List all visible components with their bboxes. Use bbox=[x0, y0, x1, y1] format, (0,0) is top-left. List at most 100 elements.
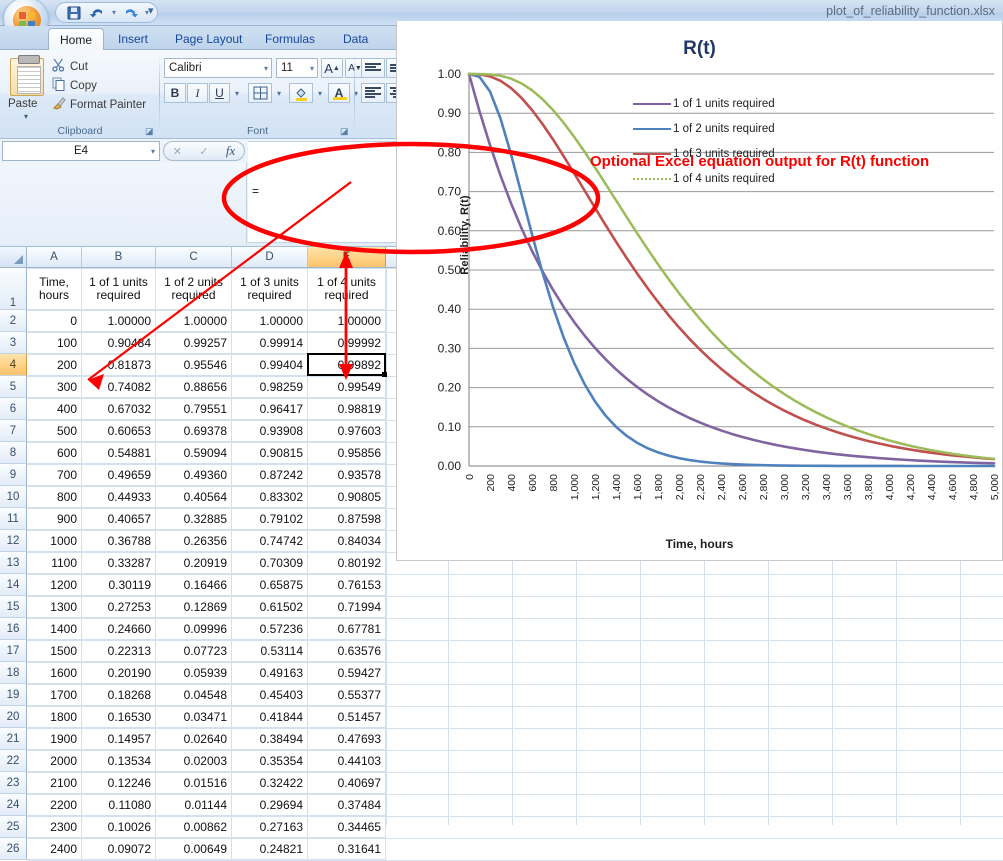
row-header-6[interactable]: 6 bbox=[0, 398, 27, 420]
cell-B22[interactable]: 0.13534 bbox=[82, 750, 156, 772]
chevron-down-icon[interactable]: ▾ bbox=[151, 147, 155, 156]
cell-E6[interactable]: 0.98819 bbox=[308, 398, 386, 420]
cell-A12[interactable]: 1000 bbox=[27, 530, 82, 552]
cell-E19[interactable]: 0.55377 bbox=[308, 684, 386, 706]
cell-E23[interactable]: 0.40697 bbox=[308, 772, 386, 794]
cell-A25[interactable]: 2300 bbox=[27, 816, 82, 838]
cell-D20[interactable]: 0.41844 bbox=[232, 706, 308, 728]
font-size-combo[interactable]: 11 ▾ bbox=[276, 58, 318, 78]
tab-home[interactable]: Home bbox=[48, 28, 104, 50]
cell-C20[interactable]: 0.03471 bbox=[156, 706, 232, 728]
chart-legend[interactable]: 1 of 1 units required1 of 2 units requir… bbox=[633, 94, 833, 194]
row-header-17[interactable]: 17 bbox=[0, 640, 27, 662]
cell-E11[interactable]: 0.87598 bbox=[308, 508, 386, 530]
cell-A19[interactable]: 1700 bbox=[27, 684, 82, 706]
cell-D21[interactable]: 0.38494 bbox=[232, 728, 308, 750]
cell-C8[interactable]: 0.59094 bbox=[156, 442, 232, 464]
row-header-3[interactable]: 3 bbox=[0, 332, 27, 354]
row-header-20[interactable]: 20 bbox=[0, 706, 27, 728]
tab-data[interactable]: Data bbox=[332, 28, 379, 50]
cell-B19[interactable]: 0.18268 bbox=[82, 684, 156, 706]
font-dialog-launcher-icon[interactable]: ◪ bbox=[340, 126, 351, 137]
cell-D3[interactable]: 0.99914 bbox=[232, 332, 308, 354]
cell-D19[interactable]: 0.45403 bbox=[232, 684, 308, 706]
cell-C19[interactable]: 0.04548 bbox=[156, 684, 232, 706]
header-cell-D1[interactable]: 1 of 3 unitsrequired bbox=[232, 268, 308, 310]
cell-C12[interactable]: 0.26356 bbox=[156, 530, 232, 552]
cell-A22[interactable]: 2000 bbox=[27, 750, 82, 772]
cell-B23[interactable]: 0.12246 bbox=[82, 772, 156, 794]
cell-D2[interactable]: 1.00000 bbox=[232, 310, 308, 332]
cell-A3[interactable]: 100 bbox=[27, 332, 82, 354]
cell-D25[interactable]: 0.27163 bbox=[232, 816, 308, 838]
fill-color-button[interactable] bbox=[289, 83, 313, 103]
cell-E16[interactable]: 0.67781 bbox=[308, 618, 386, 640]
cell-A24[interactable]: 2200 bbox=[27, 794, 82, 816]
cell-D6[interactable]: 0.96417 bbox=[232, 398, 308, 420]
cell-E2[interactable]: 1.00000 bbox=[308, 310, 386, 332]
column-header-b[interactable]: B bbox=[82, 247, 156, 267]
cell-C22[interactable]: 0.02003 bbox=[156, 750, 232, 772]
cell-A5[interactable]: 300 bbox=[27, 376, 82, 398]
cell-B13[interactable]: 0.33287 bbox=[82, 552, 156, 574]
cell-B17[interactable]: 0.22313 bbox=[82, 640, 156, 662]
cell-E18[interactable]: 0.59427 bbox=[308, 662, 386, 684]
tab-page-layout[interactable]: Page Layout bbox=[164, 28, 253, 50]
cut-button[interactable]: Cut bbox=[52, 58, 88, 75]
legend-item-4[interactable]: 1 of 4 units required bbox=[633, 169, 833, 188]
cell-A7[interactable]: 500 bbox=[27, 420, 82, 442]
cell-D16[interactable]: 0.57236 bbox=[232, 618, 308, 640]
tab-formulas[interactable]: Formulas bbox=[254, 28, 326, 50]
paste-icon[interactable] bbox=[10, 58, 44, 96]
row-header-18[interactable]: 18 bbox=[0, 662, 27, 684]
header-cell-C1[interactable]: 1 of 2 unitsrequired bbox=[156, 268, 232, 310]
row-header-7[interactable]: 7 bbox=[0, 420, 27, 442]
underline-dropdown-icon[interactable]: ▾ bbox=[231, 83, 243, 103]
cell-A10[interactable]: 800 bbox=[27, 486, 82, 508]
column-header-d[interactable]: D bbox=[232, 247, 308, 267]
cell-C9[interactable]: 0.49360 bbox=[156, 464, 232, 486]
cell-B26[interactable]: 0.09072 bbox=[82, 838, 156, 860]
cell-A26[interactable]: 2400 bbox=[27, 838, 82, 860]
row-header-14[interactable]: 14 bbox=[0, 574, 27, 596]
cell-B24[interactable]: 0.11080 bbox=[82, 794, 156, 816]
cell-B7[interactable]: 0.60653 bbox=[82, 420, 156, 442]
row-header-8[interactable]: 8 bbox=[0, 442, 27, 464]
cell-E24[interactable]: 0.37484 bbox=[308, 794, 386, 816]
row-header-16[interactable]: 16 bbox=[0, 618, 27, 640]
cell-C3[interactable]: 0.99257 bbox=[156, 332, 232, 354]
cell-C13[interactable]: 0.20919 bbox=[156, 552, 232, 574]
italic-button[interactable]: I bbox=[187, 83, 208, 103]
row-header-26[interactable]: 26 bbox=[0, 838, 27, 860]
cell-C5[interactable]: 0.88656 bbox=[156, 376, 232, 398]
cell-E25[interactable]: 0.34465 bbox=[308, 816, 386, 838]
cell-B12[interactable]: 0.36788 bbox=[82, 530, 156, 552]
cell-A4[interactable]: 200 bbox=[27, 354, 82, 376]
redo-icon[interactable] bbox=[121, 4, 140, 22]
borders-button[interactable] bbox=[248, 83, 272, 103]
cell-C26[interactable]: 0.00649 bbox=[156, 838, 232, 860]
cell-D11[interactable]: 0.79102 bbox=[232, 508, 308, 530]
row-header-23[interactable]: 23 bbox=[0, 772, 27, 794]
underline-button[interactable]: U bbox=[209, 83, 230, 103]
cell-B10[interactable]: 0.44933 bbox=[82, 486, 156, 508]
cell-A2[interactable]: 0 bbox=[27, 310, 82, 332]
cell-B20[interactable]: 0.16530 bbox=[82, 706, 156, 728]
cell-C14[interactable]: 0.16466 bbox=[156, 574, 232, 596]
cell-C18[interactable]: 0.05939 bbox=[156, 662, 232, 684]
cell-A13[interactable]: 1100 bbox=[27, 552, 82, 574]
align-top-button[interactable] bbox=[361, 58, 385, 78]
cell-E14[interactable]: 0.76153 bbox=[308, 574, 386, 596]
cell-D4[interactable]: 0.99404 bbox=[232, 354, 308, 376]
reliability-chart[interactable]: R(t) 0.000.100.200.300.400.500.600.700.8… bbox=[396, 21, 1003, 561]
row-header-21[interactable]: 21 bbox=[0, 728, 27, 750]
cell-C4[interactable]: 0.95546 bbox=[156, 354, 232, 376]
column-header-e[interactable]: E bbox=[308, 247, 386, 267]
cell-E5[interactable]: 0.99549 bbox=[308, 376, 386, 398]
cell-C16[interactable]: 0.09996 bbox=[156, 618, 232, 640]
cell-B4[interactable]: 0.81873 bbox=[82, 354, 156, 376]
undo-icon[interactable] bbox=[88, 4, 107, 22]
cell-E9[interactable]: 0.93578 bbox=[308, 464, 386, 486]
cell-A15[interactable]: 1300 bbox=[27, 596, 82, 618]
cell-B9[interactable]: 0.49659 bbox=[82, 464, 156, 486]
